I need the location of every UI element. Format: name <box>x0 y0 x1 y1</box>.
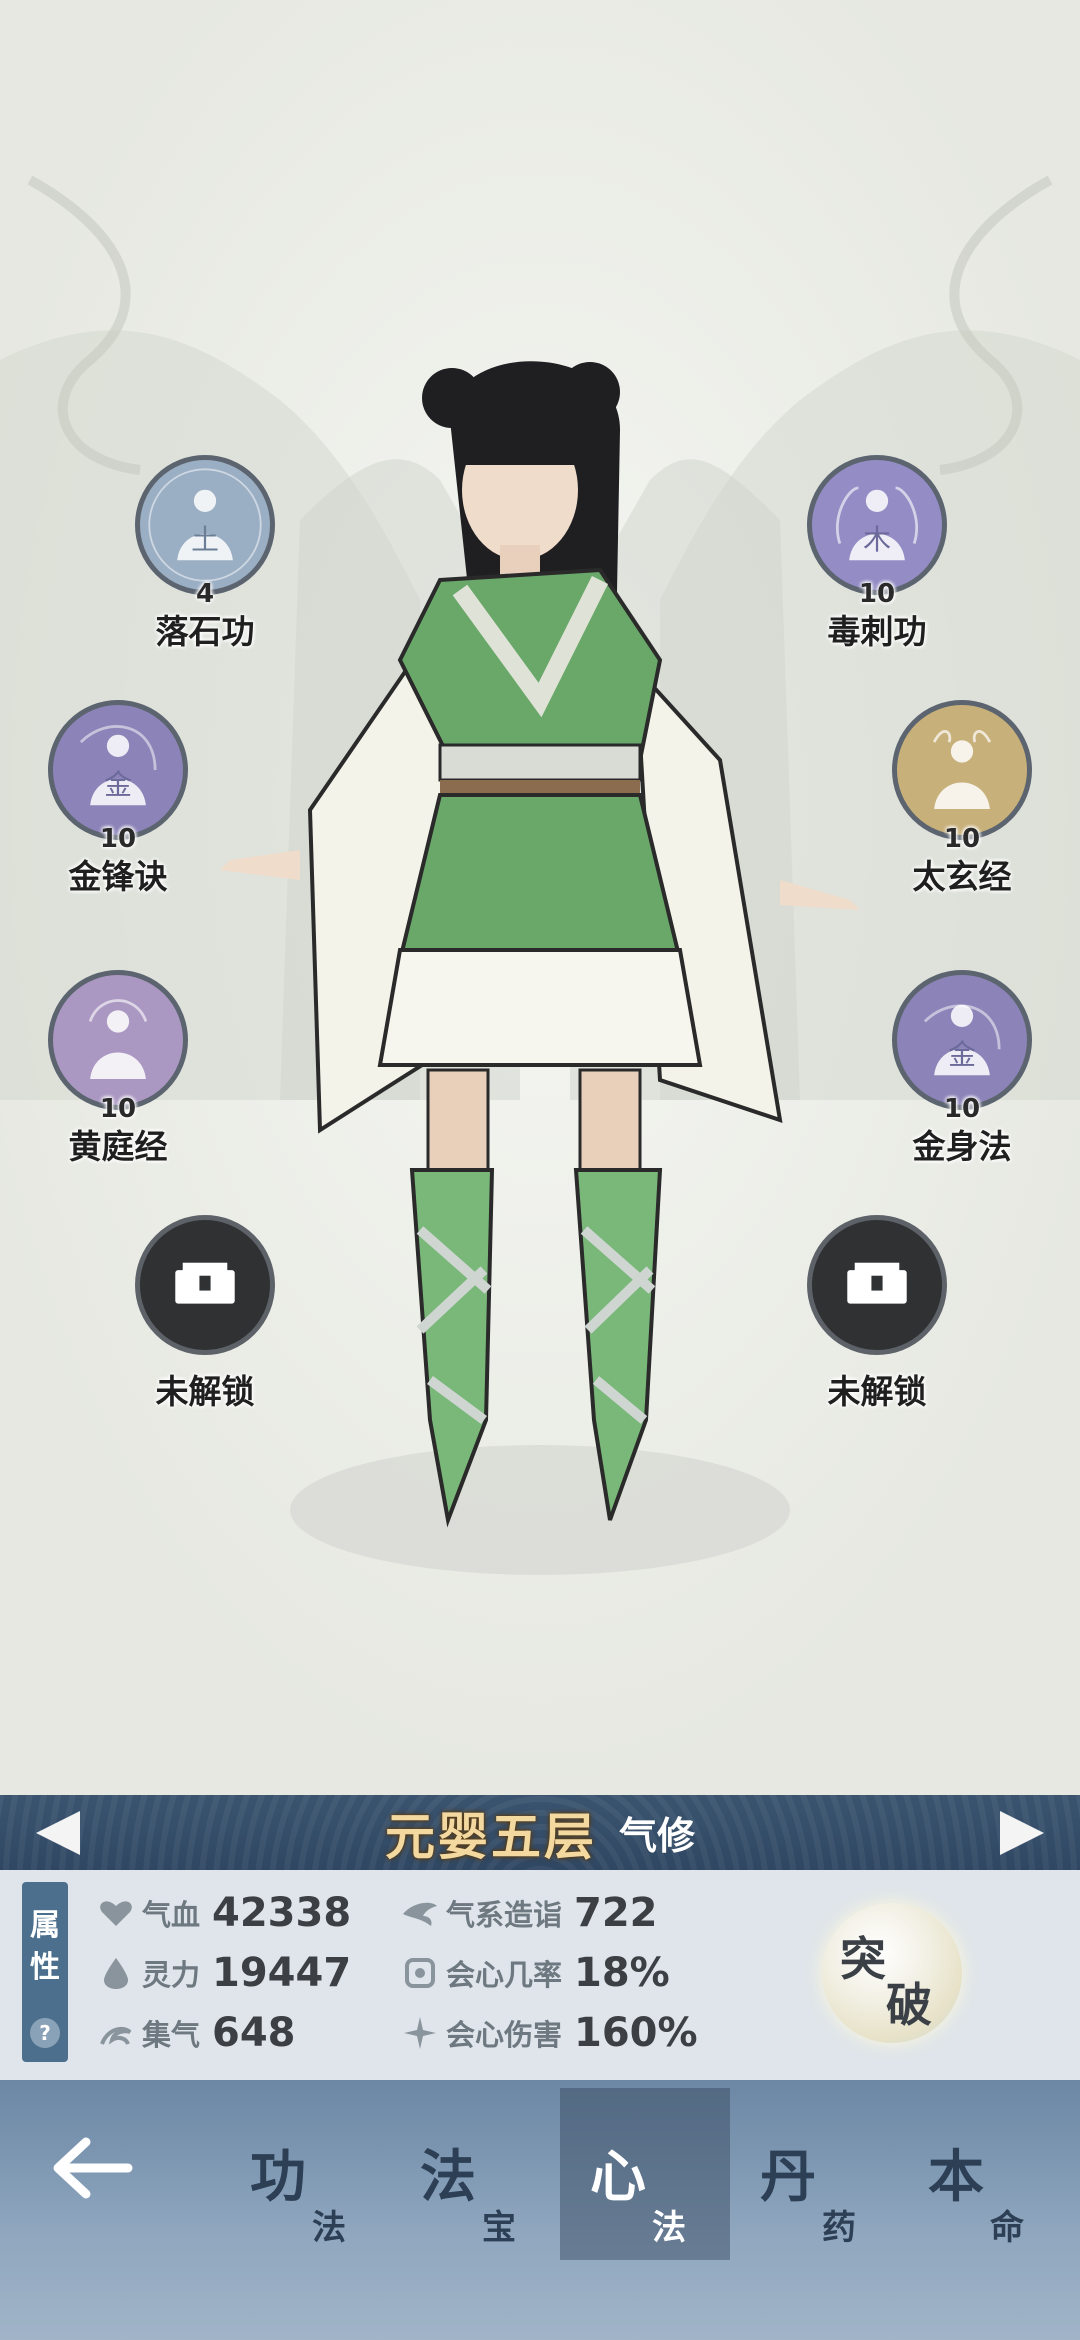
element-glyph: 土 <box>191 523 219 556</box>
tab-benming[interactable]: 本 命 <box>898 2110 1068 2260</box>
tab-subtitle: 法 <box>652 2208 686 2248</box>
lock-icon <box>807 1215 947 1355</box>
drop-icon <box>96 1953 136 1993</box>
element-glyph: 金 <box>104 768 132 801</box>
earth-element-icon: 土 <box>135 455 275 595</box>
stat-label: 会心伤害 <box>446 2018 563 2052</box>
tab-title: 心 <box>590 2144 646 2210</box>
tab-danyao[interactable]: 丹 药 <box>730 2110 900 2260</box>
stat-value: 648 <box>212 2010 296 2056</box>
stat-label: 气系造诣 <box>446 1898 563 1932</box>
meditation-icon <box>48 970 188 1110</box>
wing-icon <box>400 1893 440 1933</box>
stat-qi-gather: 集气 648 <box>96 2008 296 2058</box>
meditating-figure-icon <box>88 999 148 1079</box>
skill-name: 未解锁 <box>827 1372 927 1411</box>
skill-name: 落石功 <box>155 612 255 651</box>
meditating-figure-icon: 金 <box>923 1004 1001 1076</box>
bottom-nav: 功 法 法 宝 心 法 丹 药 本 命 <box>0 2080 1080 2340</box>
skill-name: 未解锁 <box>155 1372 255 1411</box>
lock-chest-icon <box>847 1262 907 1304</box>
stat-value: 42338 <box>212 1890 352 1936</box>
stat-mana: 灵力 19447 <box>96 1948 351 1998</box>
stat-value: 19447 <box>212 1950 352 1996</box>
stat-qi-mastery: 气系造诣 722 <box>400 1888 658 1938</box>
tab-xinfa[interactable]: 心 法 <box>560 2088 730 2260</box>
mystic-icon <box>892 700 1032 840</box>
tab-title: 丹 <box>760 2144 816 2210</box>
crit-rate-icon <box>400 1953 440 1993</box>
attribute-tab[interactable]: 属 性 ? <box>22 1882 68 2062</box>
crit-damage-icon <box>400 2013 440 2053</box>
wood-element-icon: 木 <box>807 455 947 595</box>
tab-subtitle: 法 <box>312 2208 346 2248</box>
skill-luoshigong[interactable]: 土 4 落石功 <box>95 455 315 675</box>
tab-gongfa[interactable]: 功 法 <box>220 2110 390 2260</box>
tab-fabao[interactable]: 法 宝 <box>390 2110 560 2260</box>
metal-element-icon: 金 <box>48 700 188 840</box>
breakthrough-char: 破 <box>886 1978 932 2032</box>
tab-title: 本 <box>928 2144 984 2210</box>
skill-name: 太玄经 <box>912 857 1012 896</box>
element-glyph: 木 <box>863 523 891 556</box>
skill-name: 黄庭经 <box>68 1127 168 1166</box>
skill-jinfengjue[interactable]: 金 10 金锋诀 <box>8 700 228 920</box>
stat-label: 集气 <box>142 2018 201 2052</box>
lock-icon <box>135 1215 275 1355</box>
tab-title: 法 <box>420 2144 476 2210</box>
character-scene: 土 4 落石功 金 10 金锋诀 10 黄庭经 未解锁 木 10 毒刺功 10 … <box>0 0 1080 1795</box>
stat-hp: 气血 42338 <box>96 1888 351 1938</box>
meditating-figure-icon <box>932 730 992 809</box>
tab-subtitle: 药 <box>822 2208 856 2248</box>
swirl-icon <box>96 2013 136 2053</box>
tab-subtitle: 宝 <box>482 2208 516 2248</box>
meditating-figure-icon: 金 <box>79 725 157 806</box>
next-arrow-icon[interactable] <box>1000 1811 1044 1855</box>
previous-arrow-icon[interactable] <box>36 1811 80 1855</box>
help-icon[interactable]: ? <box>30 2018 60 2048</box>
skill-ducigong[interactable]: 木 10 毒刺功 <box>767 455 987 675</box>
metal-element-icon: 金 <box>892 970 1032 1110</box>
element-glyph: 金 <box>948 1038 976 1071</box>
breakthrough-button[interactable]: 突 破 <box>822 1903 962 2043</box>
attribute-tab-label: 属 <box>30 1908 60 1943</box>
tab-title: 功 <box>250 2144 306 2210</box>
attribute-tab-label: 性 <box>30 1950 60 1985</box>
skill-name: 金锋诀 <box>68 857 168 896</box>
skill-huangtingjing[interactable]: 10 黄庭经 <box>8 970 228 1190</box>
skill-taixuanjing[interactable]: 10 太玄经 <box>852 700 1072 920</box>
tab-subtitle: 命 <box>990 2208 1024 2248</box>
stat-crit-damage: 会心伤害 160% <box>400 2008 698 2058</box>
stat-label: 会心几率 <box>446 1958 563 1992</box>
stat-crit-rate: 会心几率 18% <box>400 1948 670 1998</box>
heart-icon <box>96 1893 136 1933</box>
stat-value: 160% <box>574 2010 698 2056</box>
cultivation-type: 气修 <box>618 1814 695 1858</box>
meditating-figure-icon: 土 <box>148 468 262 582</box>
breakthrough-char: 突 <box>840 1932 886 1986</box>
skill-name: 毒刺功 <box>827 612 927 651</box>
stat-label: 气血 <box>142 1898 201 1932</box>
skill-name: 金身法 <box>912 1127 1012 1166</box>
stat-value: 18% <box>574 1950 670 1996</box>
skill-slot-locked-right[interactable]: 未解锁 <box>767 1215 987 1435</box>
skill-jinshenfa[interactable]: 金 10 金身法 <box>852 970 1072 1190</box>
meditating-figure-icon: 木 <box>835 486 919 561</box>
realm-title: 元婴五层 <box>384 1806 597 1866</box>
realm-bar: 元婴五层 气修 <box>0 1795 1080 1870</box>
lock-chest-icon <box>175 1262 235 1304</box>
stat-label: 灵力 <box>142 1958 201 1992</box>
skill-slot-locked-left[interactable]: 未解锁 <box>95 1215 315 1435</box>
back-arrow-icon[interactable] <box>48 2128 138 2208</box>
stat-value: 722 <box>574 1890 658 1936</box>
